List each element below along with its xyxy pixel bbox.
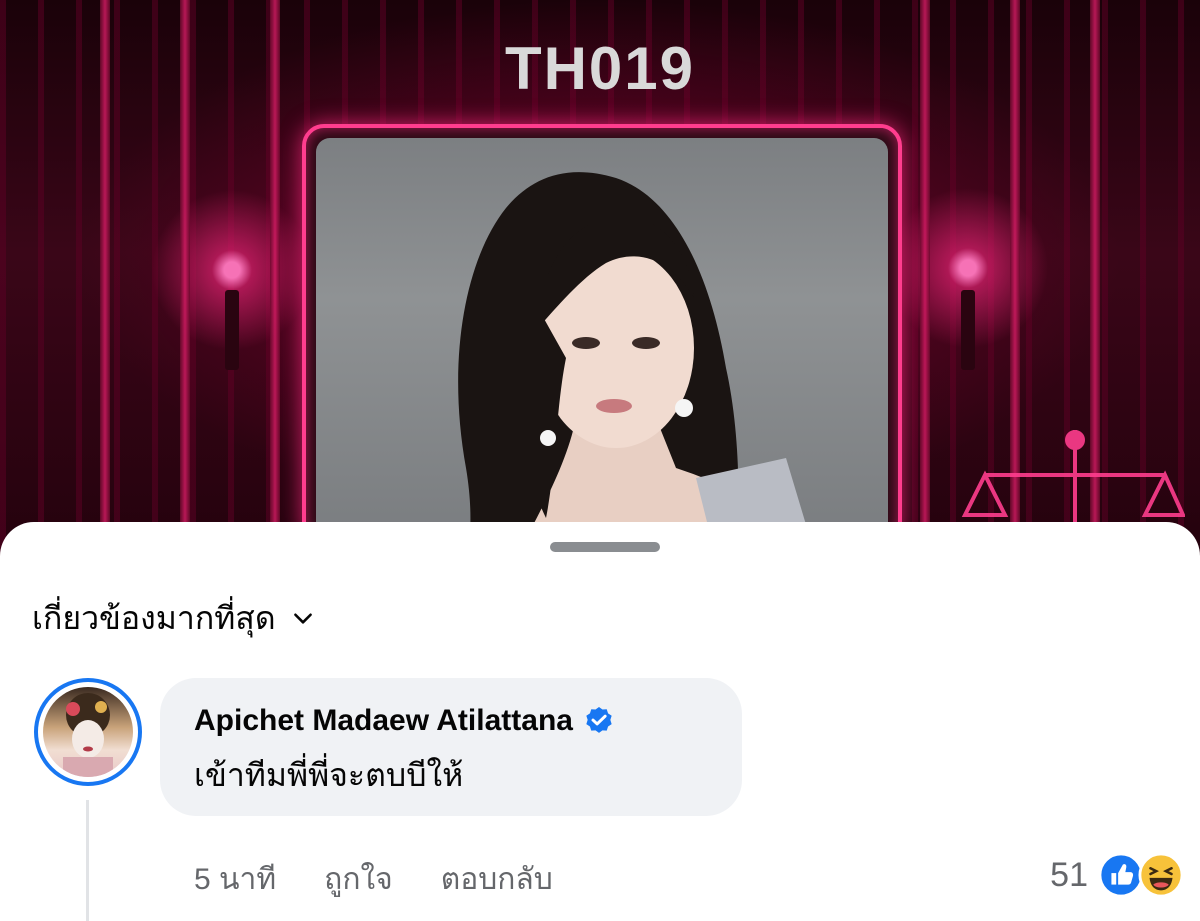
wall-lamp [225,290,239,370]
sheet-drag-handle[interactable] [550,542,660,552]
post-banner-image: TH019 [0,0,1200,560]
comment-author-name[interactable]: Apichet Madaew Atilattana [194,704,573,738]
contestant-photo-frame [302,124,902,544]
thread-line [86,800,89,921]
comment-sort-dropdown[interactable]: เกี่ยวข้องมากที่สุด [32,596,316,640]
contestant-code-title: TH019 [504,35,696,102]
verified-badge-icon [586,707,612,733]
comment-meta-row: 5 นาที ถูกใจ ตอบกลับ [194,856,601,903]
haha-icon [1138,852,1184,898]
comment-bubble: Apichet Madaew Atilattana เข้าทีมพี่พี่จ… [160,678,742,816]
like-button[interactable]: ถูกใจ [324,856,393,903]
avatar[interactable] [34,678,142,786]
reaction-summary[interactable]: 51 [1050,852,1184,898]
reaction-count: 51 [1050,855,1088,894]
reply-button[interactable]: ตอบกลับ [441,856,553,903]
sort-label: เกี่ยวข้องมากที่สุด [32,599,276,636]
comment-timestamp[interactable]: 5 นาที [194,856,276,903]
comments-sheet: เกี่ยวข้องมากที่สุด Apichet Madaew Atila… [0,522,1200,921]
chevron-down-icon [293,613,312,624]
wall-lamp [961,290,975,370]
avatar-image [43,687,133,777]
portrait-illustration [458,172,811,540]
contestant-photo [316,138,888,540]
comment-text: เข้าทีมพี่พี่จะตบบีให้ [194,757,464,793]
